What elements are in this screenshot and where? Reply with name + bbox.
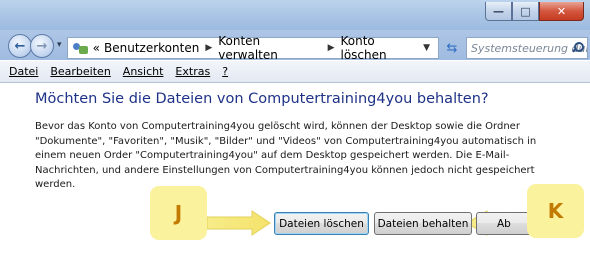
address-bar[interactable]: « Benutzerkonten ▶ Konten verwalten ▶ Ko…: [67, 34, 439, 62]
annotation-label-k: K: [527, 184, 584, 238]
breadcrumb-item-benutzerkonten[interactable]: Benutzerkonten: [104, 41, 199, 55]
breadcrumb-overflow[interactable]: «: [93, 41, 100, 55]
menu-ansicht[interactable]: Ansicht: [123, 65, 164, 78]
breadcrumb-separator-icon[interactable]: ▶: [328, 43, 335, 53]
delete-files-button[interactable]: Dateien löschen: [274, 212, 369, 235]
minimize-button[interactable]: —: [485, 2, 512, 21]
menu-bearbeiten[interactable]: Bearbeiten: [50, 65, 110, 78]
keep-files-button[interactable]: Dateien behalten: [374, 212, 472, 235]
menu-help[interactable]: ?: [222, 65, 228, 78]
page-title: Möchten Sie die Dateien von Computertrai…: [35, 91, 489, 107]
address-dropdown-icon[interactable]: ▼: [423, 43, 430, 53]
arrow-right-icon: [206, 210, 271, 236]
user-accounts-icon: [72, 41, 90, 55]
window-controls: — □ ✕: [485, 2, 584, 21]
recent-pages-dropdown[interactable]: ▾: [57, 40, 62, 50]
breadcrumb-item-konten-verwalten[interactable]: Konten verwalten: [218, 34, 321, 62]
navigation-bar: ← → ▾ « Benutzerkonten ▶ Konten verwalte…: [0, 30, 590, 62]
title-bar: — □ ✕: [0, 0, 590, 30]
menu-datei[interactable]: Datei: [9, 65, 38, 78]
forward-arrow-icon: →: [36, 38, 48, 54]
forward-button[interactable]: →: [30, 34, 54, 58]
chevron-down-icon: ▾: [57, 40, 62, 50]
search-icon[interactable]: [572, 42, 584, 53]
search-placeholder: Systemsteuerung durc...: [471, 41, 587, 55]
page-description: Bevor das Konto von Computertraining4you…: [35, 121, 537, 190]
maximize-button[interactable]: □: [512, 2, 539, 21]
back-arrow-icon: ←: [14, 38, 26, 54]
close-button[interactable]: ✕: [539, 2, 584, 21]
main-content: Möchten Sie die Dateien von Computertrai…: [0, 83, 590, 255]
breadcrumb-separator-icon[interactable]: ▶: [205, 43, 212, 53]
menu-extras[interactable]: Extras: [175, 65, 210, 78]
refresh-icon: ⇆: [446, 40, 458, 56]
back-button[interactable]: ←: [8, 34, 32, 58]
menu-bar: Datei Bearbeiten Ansicht Extras ?: [0, 61, 590, 83]
search-input[interactable]: Systemsteuerung durc...: [466, 37, 588, 59]
annotation-label-j: J: [150, 186, 207, 240]
breadcrumb-item-konto-loeschen[interactable]: Konto löschen: [340, 34, 423, 62]
refresh-button[interactable]: ⇆: [441, 37, 463, 59]
